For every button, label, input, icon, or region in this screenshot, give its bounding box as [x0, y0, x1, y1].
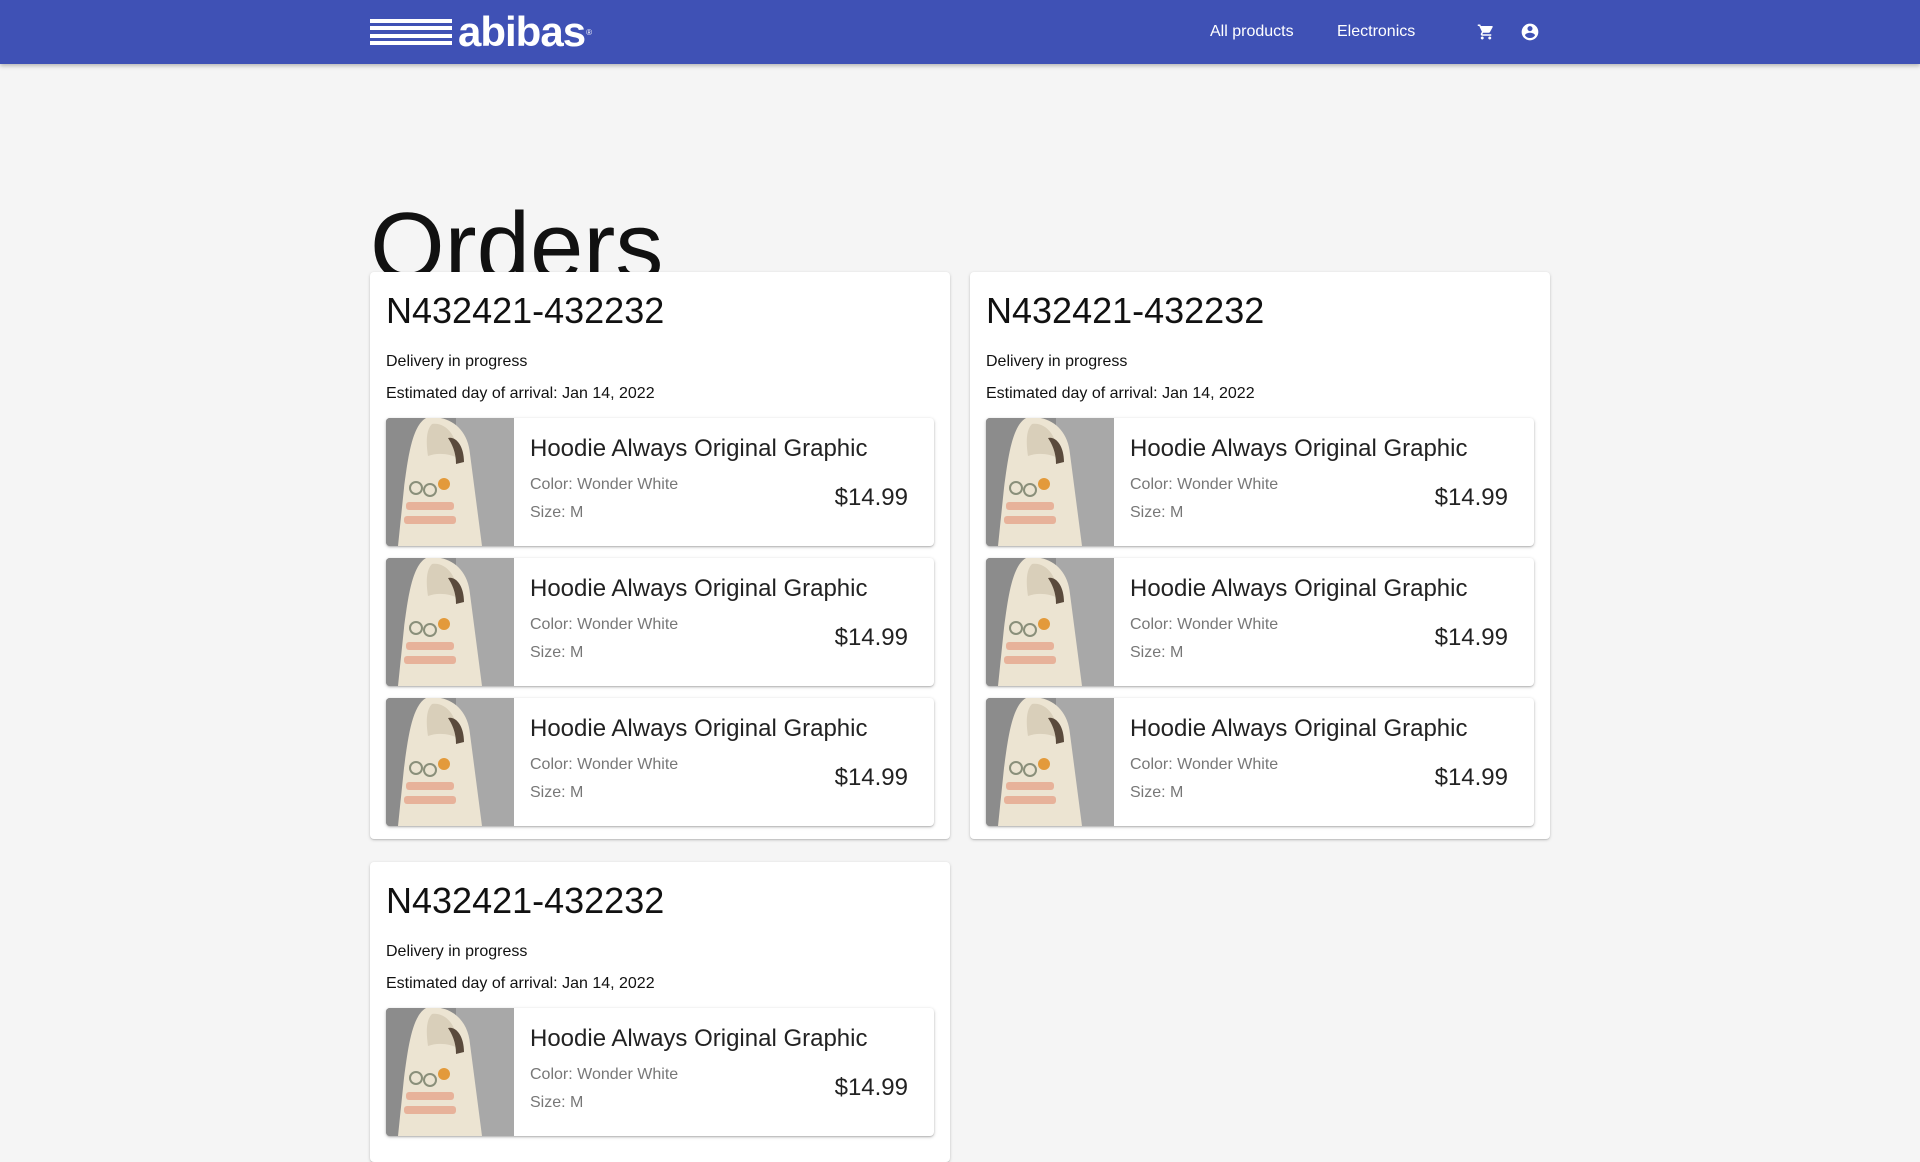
order-item-card[interactable]: Hoodie Always Original Graphic Color: Won… [386, 558, 934, 686]
product-size: Size: M [530, 784, 584, 801]
account-button[interactable] [1518, 20, 1542, 44]
cart-button[interactable] [1474, 20, 1498, 44]
product-image [986, 698, 1114, 826]
product-color: Color: Wonder White [530, 476, 679, 493]
order-item-card[interactable]: Hoodie Always Original Graphic Color: Won… [986, 418, 1534, 546]
product-name: Hoodie Always Original Graphic [530, 435, 868, 462]
product-price: $14.99 [1434, 764, 1508, 791]
nav-all-products: All products [1210, 0, 1294, 64]
order-number: N432421-432232 [986, 290, 1265, 331]
order-item-card[interactable]: Hoodie Always Original Graphic Color: Won… [986, 558, 1534, 686]
product-size: Size: M [1130, 504, 1184, 521]
nav-electronics: Electronics [1337, 0, 1415, 64]
product-image [386, 418, 514, 546]
product-color: Color: Wonder White [530, 616, 679, 633]
app-bar: abibas ® All products Electronics [0, 0, 1920, 64]
product-image [386, 698, 514, 826]
product-price: $14.99 [1434, 624, 1508, 651]
product-color: Color: Wonder White [1130, 616, 1279, 633]
order-card: N432421-432232 Delivery in progress Estima… [970, 272, 1550, 839]
product-size: Size: M [530, 504, 584, 521]
product-name: Hoodie Always Original Graphic [1130, 575, 1468, 602]
product-size: Size: M [530, 644, 584, 661]
order-eta: Estimated day of arrival: Jan 14, 2022 [386, 975, 655, 992]
order-number: N432421-432232 [386, 290, 665, 331]
product-image [386, 558, 514, 686]
product-color: Color: Wonder White [530, 756, 679, 773]
hoodie-illustration [386, 558, 514, 686]
product-name: Hoodie Always Original Graphic [1130, 435, 1468, 462]
product-price: $14.99 [834, 1074, 908, 1101]
product-color: Color: Wonder White [530, 1066, 679, 1083]
cart-icon [1477, 24, 1493, 40]
product-name: Hoodie Always Original Graphic [530, 1025, 868, 1052]
order-number: N432421-432232 [386, 880, 665, 921]
logo-stripes [370, 19, 452, 45]
nav-link-electronics[interactable]: Electronics [1337, 23, 1415, 41]
registered-mark: ® [586, 27, 592, 37]
product-size: Size: M [530, 1094, 584, 1111]
product-image [986, 418, 1114, 546]
product-name: Hoodie Always Original Graphic [530, 715, 868, 742]
hoodie-illustration [386, 1008, 514, 1136]
hoodie-illustration [986, 558, 1114, 686]
product-price: $14.99 [834, 484, 908, 511]
product-name: Hoodie Always Original Graphic [530, 575, 868, 602]
nav-link-all-products[interactable]: All products [1210, 23, 1294, 41]
product-image [386, 1008, 514, 1136]
product-size: Size: M [1130, 644, 1184, 661]
order-item-card[interactable]: Hoodie Always Original Graphic Color: Won… [386, 1008, 934, 1136]
hoodie-illustration [386, 698, 514, 826]
order-item-card[interactable]: Hoodie Always Original Graphic Color: Won… [386, 698, 934, 826]
product-name: Hoodie Always Original Graphic [1130, 715, 1468, 742]
order-eta: Estimated day of arrival: Jan 14, 2022 [986, 385, 1255, 402]
hoodie-illustration [386, 418, 514, 546]
hoodie-illustration [986, 418, 1114, 546]
order-status: Delivery in progress [386, 943, 528, 960]
account-circle-icon [1521, 23, 1539, 41]
order-item-card[interactable]: Hoodie Always Original Graphic Color: Won… [986, 698, 1534, 826]
product-color: Color: Wonder White [1130, 756, 1279, 773]
order-status: Delivery in progress [986, 353, 1128, 370]
product-color: Color: Wonder White [1130, 476, 1279, 493]
brand-name: abibas [458, 8, 586, 55]
brand-logo[interactable]: abibas ® [370, 8, 592, 55]
order-item-card[interactable]: Hoodie Always Original Graphic Color: Won… [386, 418, 934, 546]
product-price: $14.99 [834, 764, 908, 791]
order-card: N432421-432232 Delivery in progress Estima… [370, 862, 950, 1162]
hoodie-illustration [986, 698, 1114, 826]
order-card: N432421-432232 Delivery in progress Estima… [370, 272, 950, 839]
product-image [986, 558, 1114, 686]
order-status: Delivery in progress [386, 353, 528, 370]
product-size: Size: M [1130, 784, 1184, 801]
order-eta: Estimated day of arrival: Jan 14, 2022 [386, 385, 655, 402]
product-price: $14.99 [834, 624, 908, 651]
product-price: $14.99 [1434, 484, 1508, 511]
